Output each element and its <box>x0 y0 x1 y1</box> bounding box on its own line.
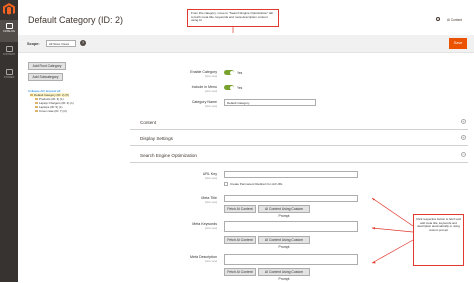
include-in-menu-toggle[interactable] <box>224 85 234 90</box>
catalog-icon <box>5 23 13 29</box>
category-name-input[interactable]: Default Category <box>224 99 316 106</box>
fetch-ai-content-button[interactable]: Fetch AI Content <box>224 268 256 276</box>
folder-icon <box>35 106 38 109</box>
content-section-header[interactable]: Content + <box>130 116 468 130</box>
meta-keywords-scope: [store view] <box>204 227 217 230</box>
section-title: Display Settings <box>140 136 173 141</box>
sidebar-item-label: CONTENT <box>2 53 16 56</box>
folder-icon <box>30 94 33 97</box>
meta-description-textarea[interactable] <box>224 254 358 265</box>
category-name-label: Category Name <box>191 100 217 104</box>
display-settings-section-header[interactable]: Display Settings + <box>130 132 468 146</box>
meta-keywords-label: Meta Keywords <box>192 222 217 226</box>
help-icon[interactable]: ? <box>80 40 86 46</box>
fetch-ai-content-button[interactable]: Fetch AI Content <box>224 236 256 244</box>
sidebar-item-content[interactable]: CONTENT <box>0 43 18 65</box>
meta-description-label: Meta Description <box>190 255 217 259</box>
annotation-callout-right: Click respective button to fetch and add… <box>413 214 464 266</box>
expand-icon[interactable]: + <box>461 119 466 124</box>
section-title: Content <box>140 120 157 125</box>
sidebar-item-stores[interactable]: STORES <box>0 66 18 88</box>
sidebar-item-catalog[interactable]: CATALOG <box>0 20 18 42</box>
permanent-redirect-checkbox[interactable] <box>224 182 228 186</box>
content-icon <box>5 46 13 52</box>
permanent-redirect-label: Create Permanent Redirect for old URL <box>230 182 283 186</box>
tree-item-label: Cover case (ID: 7) (2) <box>39 109 67 113</box>
meta-title-label: Meta Title <box>201 196 217 200</box>
meta-keywords-textarea[interactable] <box>224 221 358 232</box>
meta-title-input[interactable] <box>224 195 358 202</box>
url-key-scope: [store view] <box>204 177 217 180</box>
enable-category-value: Yes <box>237 71 243 75</box>
seo-section-header[interactable]: Search Engine Optimization − <box>130 149 468 163</box>
category-name-scope: [store view] <box>204 105 217 108</box>
folder-icon <box>35 102 38 105</box>
folder-icon <box>35 98 38 101</box>
scope-select[interactable]: All Store Views <box>46 40 76 47</box>
enable-category-toggle[interactable] <box>224 70 234 75</box>
include-in-menu-value: Yes <box>237 86 243 90</box>
enable-category-label: Enable Category <box>190 70 217 74</box>
stores-icon <box>5 69 13 75</box>
ai-custom-prompt-button[interactable]: AI Content Using Custom Prompt <box>258 205 310 218</box>
include-in-menu-scope: [store view] <box>204 90 217 93</box>
tree-item[interactable]: Cover case (ID: 7) (2) <box>35 109 67 113</box>
enable-category-scope: [store view] <box>204 75 217 78</box>
ai-custom-prompt-button[interactable]: AI Content Using Custom Prompt <box>258 268 310 281</box>
url-key-label: URL Key <box>202 172 217 176</box>
save-button[interactable]: Save <box>449 38 467 49</box>
user-menu[interactable]: AI Content <box>447 18 462 22</box>
scope-bar <box>18 35 474 53</box>
meta-title-scope: [store view] <box>204 201 217 204</box>
scope-label: Scope: <box>27 42 40 46</box>
meta-description-scope: [store view] <box>204 260 217 263</box>
ai-custom-prompt-button[interactable]: AI Content Using Custom Prompt <box>258 236 310 249</box>
user-icon[interactable] <box>436 17 440 21</box>
section-title: Search Engine Optimization <box>140 153 197 158</box>
annotation-callout-top: From this category, move to "Search Engi… <box>187 9 279 27</box>
url-key-input[interactable] <box>224 171 358 178</box>
sidebar-item-label: STORES <box>3 76 15 79</box>
add-subcategory-button[interactable]: Add Subcategory <box>28 73 63 81</box>
fetch-ai-content-button[interactable]: Fetch AI Content <box>224 205 256 213</box>
folder-icon <box>35 110 38 113</box>
include-in-menu-label: Include in Menu <box>191 85 217 89</box>
expand-icon[interactable]: + <box>461 135 466 140</box>
collapse-icon[interactable]: − <box>461 152 466 157</box>
add-root-category-button[interactable]: Add Root Category <box>28 62 66 70</box>
magento-logo-icon[interactable] <box>3 3 15 15</box>
sidebar-item-label: CATALOG <box>2 30 15 33</box>
page-title: Default Category (ID: 2) <box>28 15 124 25</box>
